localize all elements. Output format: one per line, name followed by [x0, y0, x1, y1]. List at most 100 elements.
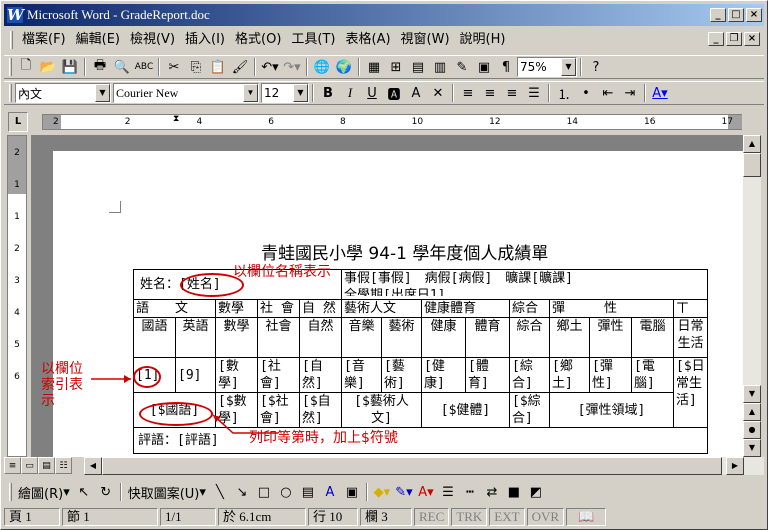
paste-icon[interactable]: 📋	[207, 56, 229, 78]
area-cell[interactable]: [$自然]	[299, 392, 342, 428]
outline-view-icon[interactable]: ☷	[55, 457, 72, 474]
word-app-icon[interactable]: W	[7, 7, 24, 23]
italic-button[interactable]: I	[339, 82, 361, 104]
field-cell[interactable]: [音樂]	[341, 357, 382, 393]
oval-icon[interactable]: ○	[275, 481, 297, 503]
open-folder-icon[interactable]: 📂	[37, 56, 59, 78]
menu-tools[interactable]: 工具(T)	[286, 30, 340, 50]
menu-edit[interactable]: 編輯(E)	[71, 30, 125, 50]
align-left-icon[interactable]: ≡	[457, 82, 479, 104]
scroll-right-icon[interactable]: ▶	[726, 457, 744, 475]
normal-view-icon[interactable]: ≡	[4, 457, 21, 474]
justify-icon[interactable]: ☰	[523, 82, 545, 104]
underline-button[interactable]: U	[361, 82, 383, 104]
menubar-grip[interactable]	[10, 31, 13, 49]
line-icon[interactable]: ╲	[209, 481, 231, 503]
save-icon[interactable]: 💾	[59, 56, 81, 78]
previous-page-icon[interactable]: ▲	[743, 403, 761, 421]
tab-selector[interactable]: L	[8, 112, 28, 132]
line-style-icon[interactable]: ☰	[437, 481, 459, 503]
toolbar-grip[interactable]	[9, 483, 12, 501]
font-color-icon[interactable]: A▾	[649, 82, 671, 104]
status-rec[interactable]: REC	[414, 508, 450, 526]
toolbar-grip[interactable]	[9, 84, 12, 102]
3d-icon[interactable]: ◩	[525, 481, 547, 503]
field-cell[interactable]: [健康]	[421, 357, 466, 393]
shadow-icon[interactable]: ■	[503, 481, 525, 503]
size-select[interactable]: 12 ▼	[261, 83, 309, 103]
new-document-icon[interactable]: 🗋	[15, 56, 37, 78]
character-border-icon[interactable]: 🅰	[383, 82, 405, 104]
menu-help[interactable]: 說明(H)	[455, 30, 511, 50]
hyperlink-icon[interactable]: 🌐	[311, 56, 333, 78]
fill-color-icon[interactable]: ◆▾	[371, 481, 393, 503]
bullets-icon[interactable]: •	[575, 82, 597, 104]
spelling-status-icon[interactable]: 📖	[566, 508, 607, 526]
insert-table-icon[interactable]: ⊞	[385, 56, 407, 78]
web-toolbar-icon[interactable]: 🌍	[333, 56, 355, 78]
undo-icon[interactable]: ↶▾	[259, 56, 281, 78]
close-button[interactable]: ×	[746, 8, 762, 22]
text-box-icon[interactable]: ▤	[297, 481, 319, 503]
field-cell[interactable]: [綜合]	[509, 357, 550, 393]
status-trk[interactable]: TRK	[451, 508, 488, 526]
scroll-down-icon[interactable]: ▼	[743, 385, 761, 403]
menu-file[interactable]: 檔案(F)	[17, 30, 71, 50]
scroll-thumb-h[interactable]	[102, 457, 722, 475]
area-cell[interactable]: [彈性領域]	[549, 392, 674, 428]
scroll-thumb[interactable]	[743, 153, 761, 177]
increase-indent-icon[interactable]: ⇥	[619, 82, 641, 104]
field-cell[interactable]: [自然]	[299, 357, 342, 393]
print-icon[interactable]: 🖶	[89, 56, 111, 78]
dash-style-icon[interactable]: ┅	[459, 481, 481, 503]
area-cell[interactable]: [$綜合]	[509, 392, 550, 428]
columns-icon[interactable]: ▥	[429, 56, 451, 78]
maximize-button[interactable]: □	[728, 8, 744, 22]
horizontal-ruler[interactable]: 2 2 4 6 8 10 12 14 16 17 ⧗	[42, 114, 742, 130]
field-cell[interactable]: [數學]	[215, 357, 258, 393]
area-cell[interactable]: [$健體]	[421, 392, 510, 428]
print-layout-icon[interactable]: ▤	[38, 457, 55, 474]
vertical-ruler[interactable]: 2 1 1 2 3 4 5 6	[7, 135, 27, 457]
document-page[interactable]: 青蛙國民小學 94-1 學年度個人成績單 姓名：[姓名] 事假[事假] 病假[病…	[53, 151, 743, 457]
area-cell[interactable]: [$藝術人文]	[341, 392, 422, 428]
field-cell[interactable]: [彈性]	[589, 357, 632, 393]
arrow-icon[interactable]: ↘	[231, 481, 253, 503]
field-cell[interactable]: [體育]	[465, 357, 510, 393]
field-cell[interactable]: [藝術]	[381, 357, 422, 393]
arrow-style-icon[interactable]: ⇄	[481, 481, 503, 503]
free-rotate-icon[interactable]: ↻	[95, 481, 117, 503]
chevron-down-icon[interactable]: ▼	[293, 84, 308, 102]
font-color-icon[interactable]: A▾	[415, 481, 437, 503]
show-hide-icon[interactable]: ¶	[495, 56, 517, 78]
toolbar-grip[interactable]	[9, 58, 12, 76]
document-map-icon[interactable]: ▣	[473, 56, 495, 78]
web-layout-icon[interactable]: ▭	[21, 457, 38, 474]
indent-marker-icon[interactable]: ⧗	[173, 114, 179, 124]
numbering-icon[interactable]: ⒈	[553, 82, 575, 104]
field-cell[interactable]: [9]	[175, 357, 216, 393]
drawing-icon[interactable]: ✎	[451, 56, 473, 78]
font-select[interactable]: Courier New ▼	[113, 83, 259, 103]
next-page-icon[interactable]: ▼	[743, 439, 761, 457]
print-preview-icon[interactable]: 🔍	[111, 56, 133, 78]
tables-borders-icon[interactable]: ▦	[363, 56, 385, 78]
field-cell[interactable]: [鄉土]	[549, 357, 590, 393]
character-shading-icon[interactable]: A	[405, 82, 427, 104]
horizontal-scrollbar[interactable]: ◀ ▶	[84, 457, 764, 475]
rectangle-icon[interactable]: □	[253, 481, 275, 503]
minimize-button[interactable]: _	[710, 8, 726, 22]
character-scaling-icon[interactable]: ✕	[427, 82, 449, 104]
align-right-icon[interactable]: ≡	[501, 82, 523, 104]
vertical-scrollbar[interactable]: ▲ ▼ ▲ ● ▼	[743, 135, 761, 457]
copy-icon[interactable]: ⎘	[185, 56, 207, 78]
draw-menu[interactable]: 繪圖(R) ▾	[15, 481, 73, 503]
redo-icon[interactable]: ↷▾	[281, 56, 303, 78]
chevron-down-icon[interactable]: ▼	[561, 58, 576, 76]
field-cell[interactable]: [$日常生活]	[673, 357, 708, 428]
decrease-indent-icon[interactable]: ⇤	[597, 82, 619, 104]
cut-icon[interactable]: ✂	[163, 56, 185, 78]
menu-format[interactable]: 格式(O)	[230, 30, 286, 50]
align-center-icon[interactable]: ≡	[479, 82, 501, 104]
scroll-up-icon[interactable]: ▲	[743, 135, 761, 153]
